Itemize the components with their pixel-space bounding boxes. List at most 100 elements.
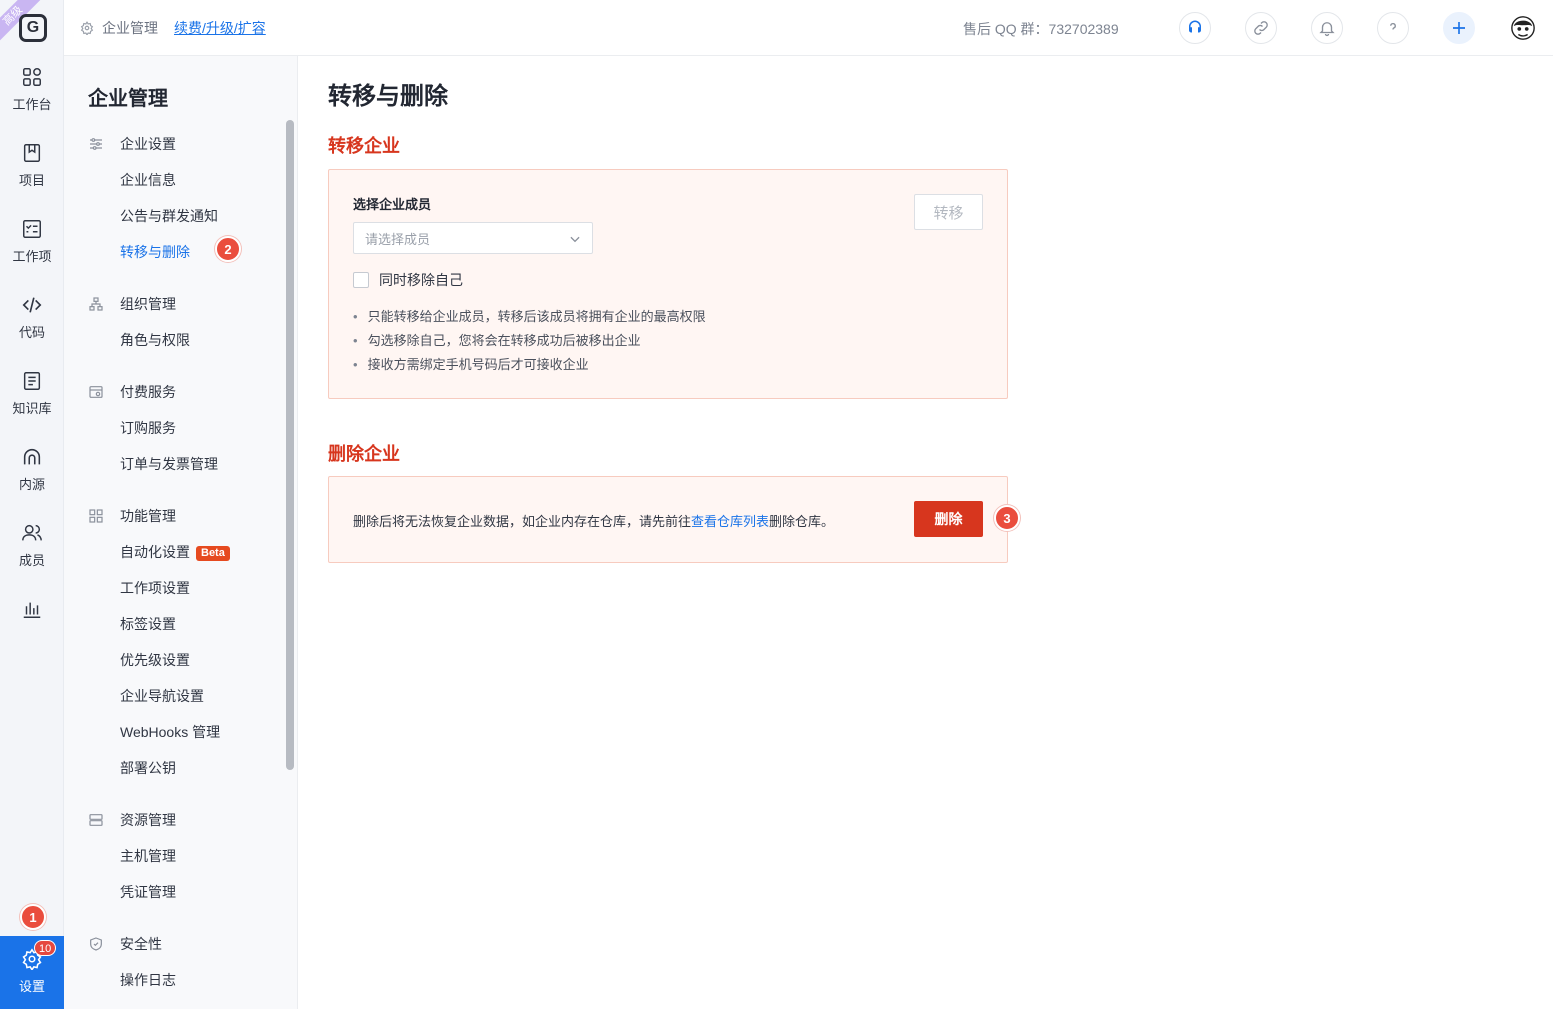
rail-item-workitems[interactable]: 工作项 xyxy=(0,218,64,278)
rail-item-wiki[interactable]: 知识库 xyxy=(0,370,64,430)
delete-warning-text: 删除后将无法恢复企业数据，如企业内存在仓库，请先前往 xyxy=(353,514,692,529)
rail-item-projects[interactable]: 项目 xyxy=(0,142,64,202)
sidebar-scrollbar[interactable] xyxy=(286,120,294,770)
renew-upgrade-link[interactable]: 续费/升级/扩容 xyxy=(174,18,266,38)
book-icon xyxy=(23,144,41,162)
sidebar-item-webhooks[interactable]: WebHooks 管理 xyxy=(120,722,220,742)
sidebar-group-resources[interactable]: 资源管理 xyxy=(88,810,176,830)
step-marker-3: 3 xyxy=(994,505,1020,531)
shield-icon xyxy=(90,937,102,951)
rail-label: 设置 xyxy=(18,979,45,994)
sidebar-group-security[interactable]: 安全性 xyxy=(88,934,162,954)
chevron-down-icon xyxy=(570,236,580,243)
rail-item-innersource[interactable]: 内源 xyxy=(0,446,64,506)
transfer-note: 只能转移给企业成员，转移后该成员将拥有企业的最高权限 xyxy=(353,306,706,325)
document-icon xyxy=(23,372,41,390)
rail-label: 知识库 xyxy=(12,401,52,416)
beta-badge: Beta xyxy=(196,546,230,561)
transfer-note: 勾选移除自己，您将会在转移成功后被移出企业 xyxy=(353,330,641,349)
sidebar-group-label: 功能管理 xyxy=(120,508,176,524)
settings-sidebar: 企业管理 企业设置 企业信息 公告与群发通知 转移与删除 2 组织管理 角色与权… xyxy=(64,56,298,1009)
transfer-card: 选择企业成员 请选择成员 同时移除自己 只能转移给企业成员，转移后该成员将拥有企… xyxy=(328,169,1008,399)
transfer-section-heading: 转移企业 xyxy=(328,136,400,156)
rail-label: 成员 xyxy=(18,553,45,568)
source-icon xyxy=(23,448,41,465)
sidebar-item-workitem-settings[interactable]: 工作项设置 xyxy=(120,578,190,598)
delete-warning-text-end: 删除仓库。 xyxy=(769,514,835,529)
sidebar-item-orders-invoices[interactable]: 订单与发票管理 xyxy=(120,454,218,474)
step-marker-2: 2 xyxy=(215,236,241,262)
customer-service-button[interactable] xyxy=(1179,12,1211,44)
sidebar-group-label: 资源管理 xyxy=(120,812,176,828)
rail-item-reports[interactable] xyxy=(0,598,64,658)
invoice-icon xyxy=(89,386,103,398)
link-icon xyxy=(1254,21,1268,35)
remove-self-option[interactable]: 同时移除自己 xyxy=(353,270,463,290)
remove-self-label: 同时移除自己 xyxy=(379,272,463,288)
breadcrumb-current: 企业管理 xyxy=(102,20,158,36)
top-header: 企业管理 续费/升级/扩容 售后 QQ 群：732702389 xyxy=(64,0,1553,56)
rail-item-members[interactable]: 成员 xyxy=(0,522,64,582)
sidebar-item-transfer-delete[interactable]: 转移与删除 xyxy=(120,242,190,262)
rail-label: 工作项 xyxy=(12,249,52,264)
member-field-label: 选择企业成员 xyxy=(353,197,432,212)
avatar[interactable] xyxy=(1509,14,1537,42)
sidebar-group-label: 组织管理 xyxy=(120,296,176,312)
bell-icon xyxy=(1319,22,1335,37)
page-title: 转移与删除 xyxy=(328,83,448,110)
sidebar-item-hosts[interactable]: 主机管理 xyxy=(120,846,176,866)
delete-card: 删除后将无法恢复企业数据，如企业内存在仓库，请先前往查看仓库列表删除仓库。 删除… xyxy=(328,476,1020,563)
headset-icon xyxy=(1189,20,1201,33)
gear-icon xyxy=(80,21,94,35)
step-marker-1: 1 xyxy=(20,904,46,930)
rail-item-code[interactable]: 代码 xyxy=(0,294,64,354)
org-chart-icon xyxy=(89,297,103,311)
sidebar-group-organization[interactable]: 组织管理 xyxy=(88,294,176,314)
sidebar-item-subscriptions[interactable]: 订购服务 xyxy=(120,418,176,438)
sidebar-group-label: 付费服务 xyxy=(120,384,176,400)
sidebar-item-credentials[interactable]: 凭证管理 xyxy=(120,882,176,902)
sidebar-item-navigation-settings[interactable]: 企业导航设置 xyxy=(120,686,204,706)
sidebar-item-announcements[interactable]: 公告与群发通知 xyxy=(120,206,218,226)
rail-label: 项目 xyxy=(18,173,45,188)
remove-self-checkbox[interactable] xyxy=(353,272,369,288)
link-button[interactable] xyxy=(1245,12,1277,44)
view-repo-list-link[interactable]: 查看仓库列表 xyxy=(691,514,769,529)
app-logo[interactable]: G xyxy=(19,14,47,42)
sidebar-item-automation[interactable]: 自动化设置 Beta xyxy=(120,542,230,562)
sidebar-item-audit-log[interactable]: 操作日志 xyxy=(120,970,176,990)
sidebar-item-roles[interactable]: 角色与权限 xyxy=(120,330,190,350)
breadcrumb: 企业管理 续费/升级/扩容 xyxy=(80,18,266,38)
help-button[interactable] xyxy=(1377,12,1409,44)
checklist-icon xyxy=(23,220,41,238)
sidebar-item-deploy-keys[interactable]: 部署公钥 xyxy=(120,758,176,778)
rail-label: 工作台 xyxy=(12,97,52,112)
primary-nav-rail: 高级 G 工作台 项目 工作项 代码 知识库 内源 成员 1 10 设置 xyxy=(0,0,64,1009)
main-content: 转移与删除 转移企业 选择企业成员 请选择成员 同时移除自己 只能转移给企业成员… xyxy=(299,56,1553,1009)
sidebar-item-label-settings[interactable]: 标签设置 xyxy=(120,614,176,634)
plus-icon xyxy=(1453,22,1465,34)
delete-section-heading: 删除企业 xyxy=(328,444,400,464)
notifications-button[interactable] xyxy=(1311,12,1343,44)
sidebar-item-enterprise-info[interactable]: 企业信息 xyxy=(120,170,176,190)
create-button[interactable] xyxy=(1443,12,1475,44)
sidebar-group-label: 安全性 xyxy=(120,936,162,952)
bar-chart-icon xyxy=(23,602,41,618)
rail-label: 代码 xyxy=(18,325,45,340)
sidebar-group-label: 企业设置 xyxy=(120,136,176,152)
sidebar-group-features[interactable]: 功能管理 xyxy=(88,506,176,526)
member-select[interactable]: 请选择成员 xyxy=(353,222,593,254)
notification-count-badge: 10 xyxy=(34,940,57,956)
sidebar-item-priority-settings[interactable]: 优先级设置 xyxy=(120,650,190,670)
delete-button[interactable]: 删除 xyxy=(914,501,983,537)
sidebar-group-enterprise-settings[interactable]: 企业设置 xyxy=(88,134,176,154)
question-icon xyxy=(1390,22,1396,34)
rail-item-workbench[interactable]: 工作台 xyxy=(0,66,64,126)
sidebar-group-paid-services[interactable]: 付费服务 xyxy=(88,382,176,402)
members-icon xyxy=(22,524,42,541)
support-qq-group: 售后 QQ 群：732702389 xyxy=(963,21,1119,37)
rail-item-settings[interactable]: 10 设置 xyxy=(0,936,64,1009)
transfer-button[interactable]: 转移 xyxy=(914,194,983,230)
rail-label: 内源 xyxy=(18,477,45,492)
server-icon xyxy=(89,814,103,826)
